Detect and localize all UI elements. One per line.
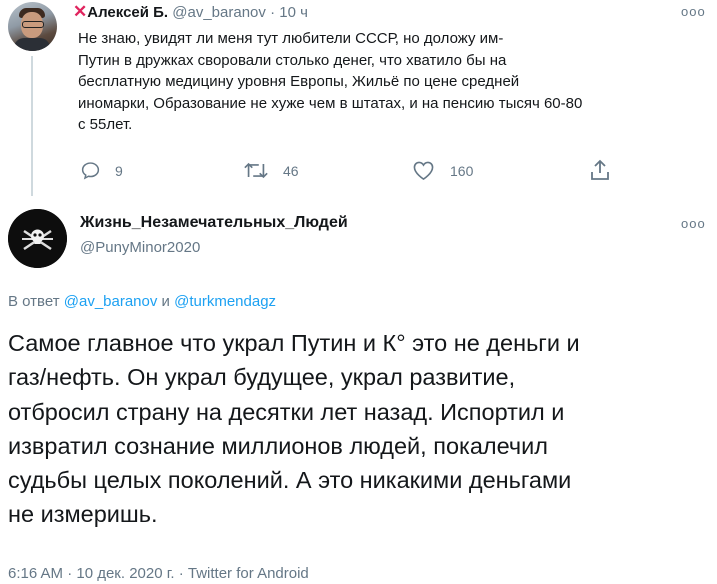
- tweet-text-line: извратил сознание миллионов людей, покал…: [8, 432, 548, 459]
- reply-context: В ответ @av_baranov и @turkmendagz: [8, 293, 276, 310]
- tweet-text-line: Самое главное что украл Путин и К° это н…: [8, 330, 580, 356]
- tweet-text-line: Не знаю, увидят ли меня тут любители ССС…: [78, 30, 504, 47]
- tweet-text-line: отбросил страну на десятки лет назад. Ис…: [8, 398, 565, 425]
- avatar[interactable]: [8, 209, 67, 268]
- author-name[interactable]: Жизнь_Незамечательных_Людей: [80, 214, 348, 232]
- reply-count: 9: [115, 163, 123, 179]
- tweet-text-line: с 55лет.: [78, 116, 133, 133]
- tweet-time[interactable]: 10 ч: [279, 4, 308, 21]
- retweet-count: 46: [283, 163, 299, 179]
- tweet2-body: Самое главное что украл Путин и К° это н…: [8, 326, 713, 532]
- author-name[interactable]: Алексей Б.: [87, 4, 168, 21]
- tweet-text-line: судьбы целых поколений. А это никакими д…: [8, 467, 572, 494]
- separator-dot: ·: [270, 4, 276, 21]
- more-options-icon[interactable]: ooo: [681, 4, 706, 19]
- tweet-text-line: Путин в дружках своровали столько денег,…: [78, 51, 507, 69]
- more-options-icon[interactable]: ooo: [681, 216, 706, 231]
- tweet1-header: ✕Алексей Б. @av_baranov · 10 ч: [73, 2, 308, 22]
- like-icon[interactable]: [412, 160, 435, 181]
- avatar[interactable]: [8, 2, 57, 51]
- share-icon[interactable]: [589, 158, 611, 182]
- retweet-icon[interactable]: [243, 160, 269, 181]
- author-handle[interactable]: @av_baranov: [172, 4, 266, 21]
- tweet-text-line: газ/нефть. Он украл будущее, украл разви…: [8, 364, 516, 391]
- reply-mention-link[interactable]: @turkmendagz: [174, 293, 276, 310]
- like-count: 160: [450, 163, 474, 179]
- thread-line: [31, 56, 33, 196]
- tweet-timestamp[interactable]: 6:16 AM · 10 дек. 2020 г. · Twitter for …: [8, 565, 309, 582]
- tweet1-body: Не знаю, увидят ли меня тут любители ССС…: [78, 28, 678, 136]
- tweet-text-line: не измеришь.: [8, 501, 158, 528]
- x-mark-icon: ✕: [73, 2, 88, 21]
- reply-icon[interactable]: [80, 160, 101, 181]
- tweet-text-line: иномарки, Образование не хуже чем в штат…: [78, 94, 583, 112]
- reply-mention-link[interactable]: @av_baranov: [64, 293, 158, 310]
- reply-and: и: [157, 293, 175, 310]
- reply-prefix: В ответ: [8, 293, 64, 310]
- author-handle[interactable]: @PunyMinor2020: [80, 239, 200, 256]
- tweet-text-line: бесплатную медицину уровня Европы, Жильё…: [78, 73, 520, 90]
